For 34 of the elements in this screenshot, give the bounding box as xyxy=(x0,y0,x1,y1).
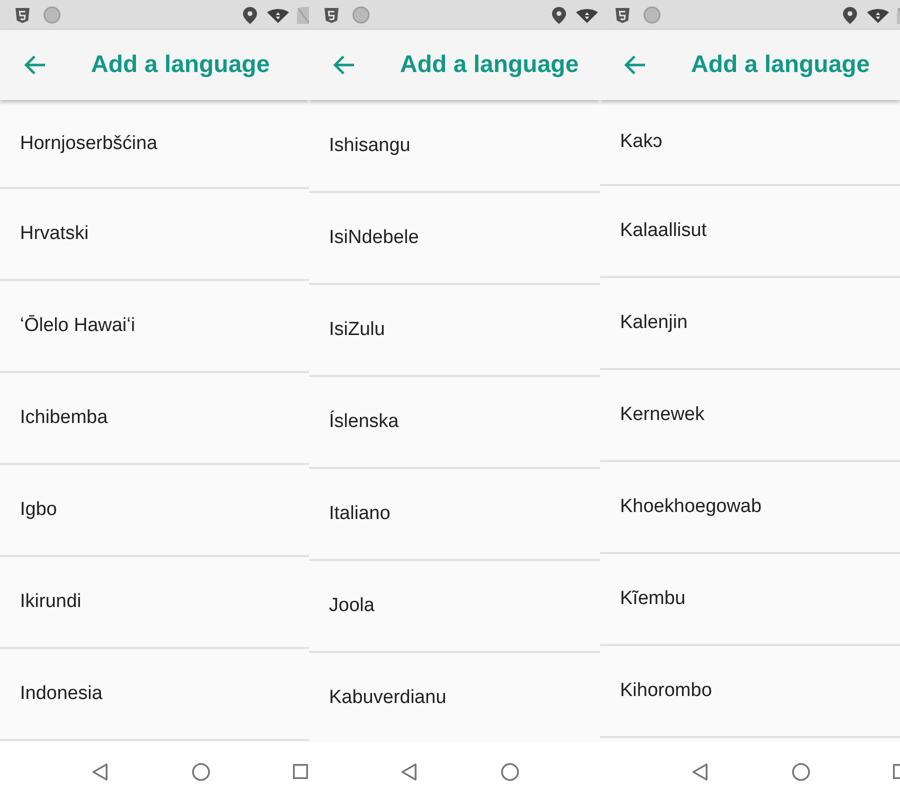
location-pin-icon xyxy=(552,6,566,24)
language-item[interactable]: Kernewek xyxy=(600,370,900,462)
shield-icon xyxy=(324,8,339,23)
language-item[interactable]: Kakɔ xyxy=(600,100,900,186)
back-icon[interactable] xyxy=(401,762,417,780)
language-item[interactable]: Kalaallisut xyxy=(600,186,900,278)
circle-icon xyxy=(643,6,661,24)
circle-icon xyxy=(43,6,61,24)
home-icon[interactable] xyxy=(792,762,810,780)
circle-icon xyxy=(352,6,370,24)
back-icon[interactable] xyxy=(92,762,108,780)
back-arrow-icon[interactable] xyxy=(24,55,46,75)
home-icon[interactable] xyxy=(192,762,210,780)
screen-title: Add a language xyxy=(691,51,870,79)
recents-icon[interactable] xyxy=(293,764,308,779)
language-item[interactable]: Kihorombo xyxy=(600,646,900,738)
sim-card-icon xyxy=(897,6,900,24)
home-icon[interactable] xyxy=(501,762,519,780)
back-arrow-icon[interactable] xyxy=(624,55,646,75)
location-pin-icon xyxy=(843,6,857,24)
shield-icon xyxy=(15,8,30,23)
recents-icon[interactable] xyxy=(893,764,900,779)
back-arrow-icon[interactable] xyxy=(333,55,355,75)
sim-card-icon xyxy=(297,6,309,24)
language-item[interactable]: Kĩembu xyxy=(600,554,900,646)
screen-title: Add a language xyxy=(91,51,270,79)
wifi-icon xyxy=(867,9,889,23)
location-pin-icon xyxy=(243,6,257,24)
wifi-icon xyxy=(267,9,289,23)
shield-icon xyxy=(615,8,630,23)
back-icon[interactable] xyxy=(692,762,708,780)
language-item[interactable]: Kalenjin xyxy=(600,278,900,370)
screen-title: Add a language xyxy=(400,51,579,79)
language-item[interactable]: Khoekhoegowab xyxy=(600,462,900,554)
